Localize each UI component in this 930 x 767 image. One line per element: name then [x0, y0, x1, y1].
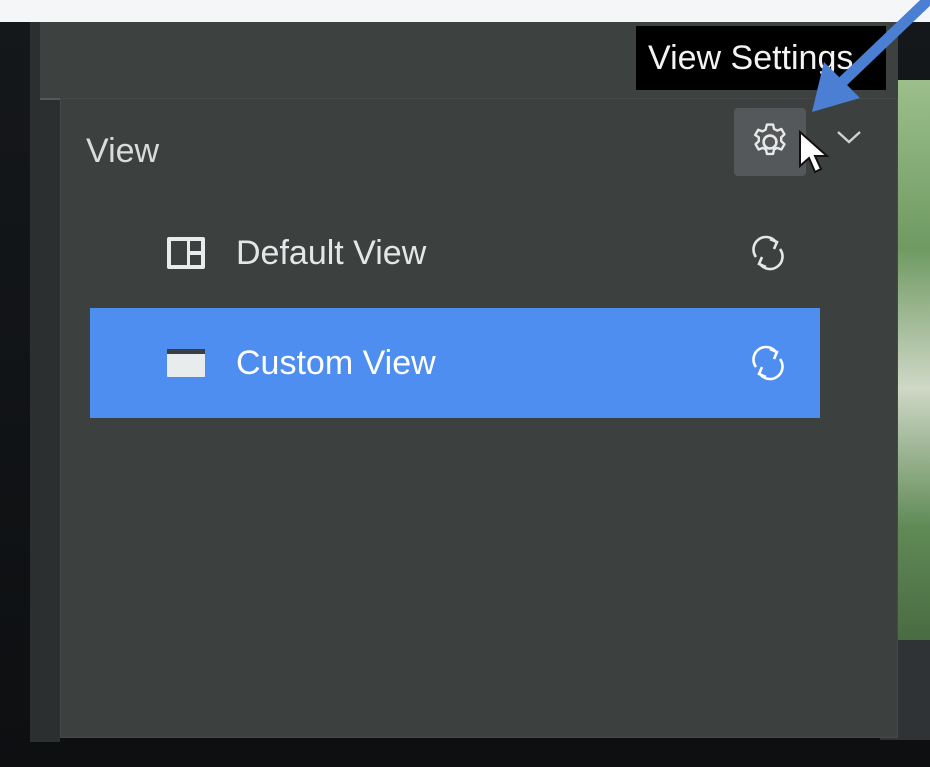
refresh-icon[interactable]	[746, 341, 790, 385]
default-view-label: Default View	[236, 233, 427, 272]
screenshot-stage: View View Settings Default View Custom V…	[0, 0, 930, 767]
panel-title: View	[86, 132, 160, 170]
view-panel	[60, 98, 898, 738]
folder-icon	[167, 349, 205, 377]
custom-view-label: Custom View	[236, 343, 436, 382]
layout-grid-icon	[167, 237, 205, 269]
list-item-default-view[interactable]: Default View	[90, 198, 820, 308]
annotation-arrow-icon	[812, 0, 930, 112]
refresh-icon[interactable]	[746, 231, 790, 275]
list-item-custom-view[interactable]: Custom View	[90, 308, 820, 418]
panel-edge	[30, 22, 60, 742]
